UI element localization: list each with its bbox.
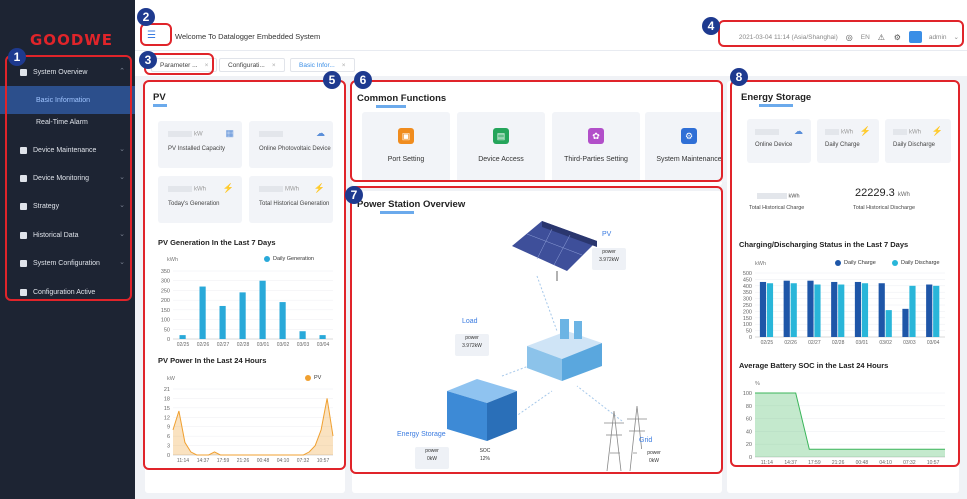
tab-configuration[interactable]: Configurati... × — [219, 58, 285, 72]
callout-5: 5 — [323, 71, 341, 89]
highlight-power-station — [350, 186, 723, 474]
highlight-sidebar — [5, 55, 132, 301]
goodwe-logo: GOODWE — [30, 31, 114, 49]
callout-8: 8 — [730, 68, 748, 86]
highlight-menu-toggle — [140, 23, 172, 46]
tab-bar: Parameter ... × Configurati... × Basic Inf… — [135, 51, 967, 76]
callout-2: 2 — [137, 8, 155, 26]
callout-6: 6 — [354, 71, 372, 89]
close-icon[interactable]: × — [272, 62, 276, 69]
callout-4: 4 — [702, 17, 720, 35]
tab-basic-information[interactable]: Basic Infor... × — [290, 58, 355, 72]
callout-7: 7 — [345, 186, 363, 204]
highlight-pv — [143, 80, 346, 470]
highlight-topbar-tools — [718, 20, 964, 47]
callout-3: 3 — [139, 51, 157, 69]
highlight-common-functions — [350, 80, 723, 182]
welcome-title: Welcome To Datalogger Embedded System — [175, 32, 321, 41]
close-icon[interactable]: × — [342, 62, 346, 69]
highlight-energy-storage — [730, 80, 960, 467]
callout-1: 1 — [8, 48, 26, 66]
